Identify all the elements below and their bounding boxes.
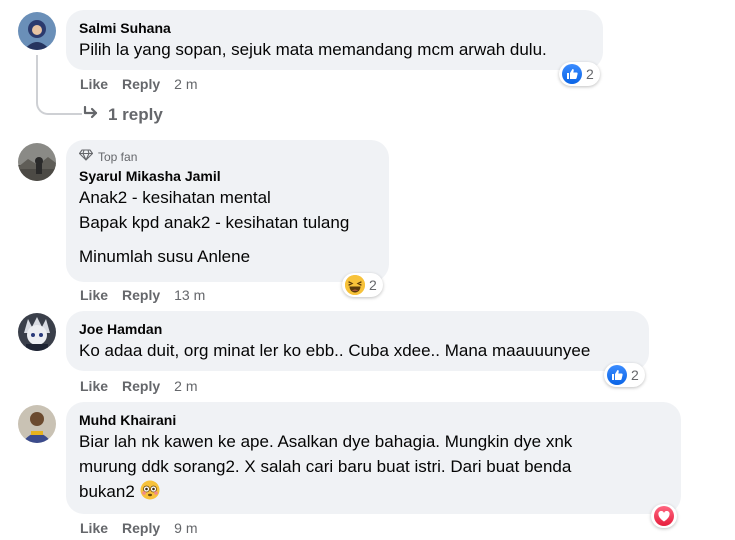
reaction-summary[interactable]: 2	[559, 62, 600, 86]
comment-text-line: Minumlah susu Anlene	[79, 247, 251, 266]
like-button[interactable]: Like	[80, 286, 108, 304]
like-icon	[607, 365, 627, 385]
avatar[interactable]	[18, 12, 56, 50]
comment-bubble: Joe Hamdan Ko adaa duit, org minat ler k…	[66, 311, 649, 371]
love-icon	[654, 506, 674, 526]
comment-text-line: Bapak kpd anak2 - kesihatan tulang	[79, 213, 350, 232]
like-button[interactable]: Like	[80, 75, 108, 93]
reply-button[interactable]: Reply	[122, 75, 160, 93]
reaction-summary[interactable]: 2	[342, 273, 383, 297]
comment-timestamp[interactable]: 2 m	[174, 75, 197, 93]
comment-actions: Like Reply 2 m	[80, 377, 197, 395]
top-fan-badge[interactable]: Top fan	[78, 149, 376, 165]
like-button[interactable]: Like	[80, 519, 108, 537]
avatar[interactable]	[18, 143, 56, 181]
comment-timestamp[interactable]: 9 m	[174, 519, 197, 537]
commenter-name[interactable]: Joe Hamdan	[79, 320, 636, 338]
view-replies-label[interactable]: 1 reply	[108, 105, 163, 125]
comment-bubble: Muhd Khairani Biar lah nk kawen ke ape. …	[66, 402, 681, 514]
reaction-summary[interactable]: 2	[604, 363, 645, 387]
reply-button[interactable]: Reply	[122, 286, 160, 304]
comment-actions: Like Reply 9 m	[80, 519, 197, 537]
reaction-count: 2	[586, 66, 594, 82]
reply-button[interactable]: Reply	[122, 377, 160, 395]
comment-text: Ko adaa duit, org minat ler ko ebb.. Cub…	[79, 341, 591, 360]
commenter-name[interactable]: Salmi Suhana	[79, 19, 590, 37]
badge-label: Top fan	[98, 150, 138, 164]
comment-timestamp[interactable]: 2 m	[174, 377, 197, 395]
comment-bubble: Top fan Syarul Mikasha Jamil Anak2 - kes…	[66, 140, 389, 282]
commenter-name[interactable]: Muhd Khairani	[79, 411, 668, 429]
comment-text-fragment: bukan2	[79, 482, 135, 501]
reaction-summary[interactable]	[651, 504, 677, 528]
comment-text-line: murung ddk sorang2. X salah cari baru bu…	[79, 457, 572, 476]
comment-text-line: Biar lah nk kawen ke ape. Asalkan dye ba…	[79, 432, 573, 451]
avatar[interactable]	[18, 313, 56, 351]
comment-actions: Like Reply 13 m	[80, 286, 205, 304]
haha-icon	[345, 275, 365, 295]
comment-timestamp[interactable]: 13 m	[174, 286, 205, 304]
like-icon	[562, 64, 582, 84]
comment-text-line-last: bukan2	[79, 479, 668, 507]
reply-button[interactable]: Reply	[122, 519, 160, 537]
view-replies-link[interactable]: 1 reply	[82, 105, 163, 125]
comment-text-line: Anak2 - kesihatan mental	[79, 188, 271, 207]
flushed-face-icon	[140, 480, 160, 507]
reaction-count: 2	[369, 277, 377, 293]
comment-text: Pilih la yang sopan, sejuk mata memandan…	[79, 40, 547, 59]
diamond-icon	[78, 149, 94, 165]
like-button[interactable]: Like	[80, 377, 108, 395]
avatar[interactable]	[18, 405, 56, 443]
commenter-name[interactable]: Syarul Mikasha Jamil	[79, 167, 376, 185]
reaction-count: 2	[631, 367, 639, 383]
comment-bubble: Salmi Suhana Pilih la yang sopan, sejuk …	[66, 10, 603, 70]
comment-actions: Like Reply 2 m	[80, 75, 197, 93]
reply-arrow-icon	[82, 105, 100, 125]
